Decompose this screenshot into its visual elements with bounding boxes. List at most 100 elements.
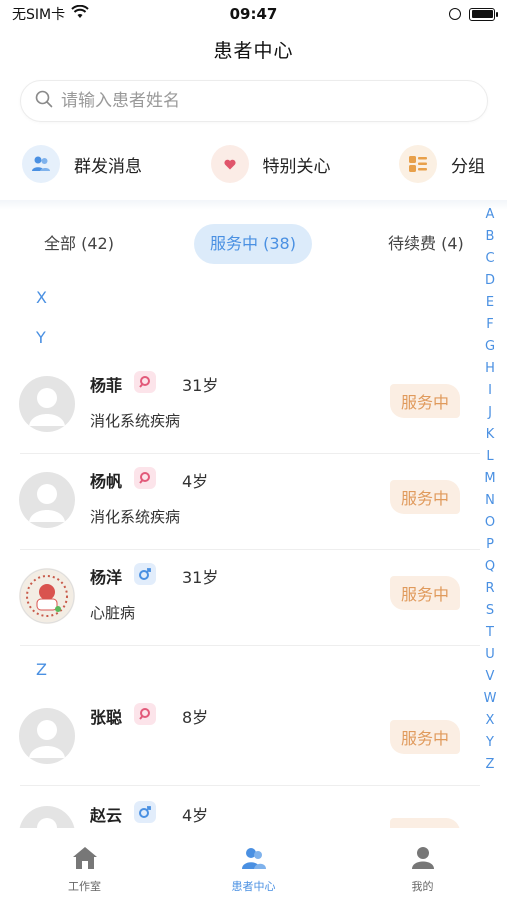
male-icon: [134, 801, 156, 823]
patient-age: 31岁: [182, 568, 219, 587]
index-letter-o[interactable]: O: [485, 512, 495, 534]
section-letter-y: Y: [36, 328, 46, 347]
index-letter-u[interactable]: U: [485, 644, 495, 666]
male-icon: [134, 563, 156, 585]
nav-label: 工作室: [68, 880, 101, 893]
index-letter-b[interactable]: B: [486, 226, 495, 248]
row-divider: [20, 785, 480, 786]
tab-all[interactable]: 全部 (42): [44, 224, 114, 264]
patient-age: 4岁: [182, 806, 209, 825]
patient-disease: 消化系统疾病: [90, 508, 181, 526]
index-letter-m[interactable]: M: [484, 468, 495, 490]
special-care-label: 特别关心: [262, 156, 331, 177]
heart-icon: [210, 145, 249, 183]
home-icon: [72, 846, 98, 874]
carrier-label: 无SIM卡: [12, 7, 66, 23]
female-icon: [134, 467, 156, 489]
patient-age: 8岁: [182, 708, 209, 727]
group-button[interactable]: 分组: [399, 145, 485, 183]
index-letter-t[interactable]: T: [486, 622, 494, 644]
patient-disease: 心脏病: [90, 604, 136, 622]
patient-name: 张聪: [90, 708, 123, 727]
default-avatar-icon: [37, 818, 57, 828]
default-avatar-icon: [29, 484, 65, 522]
list-item[interactable]: 赵云 4岁: [0, 788, 480, 828]
status-badge-partial: [390, 818, 460, 828]
nav-patient-center[interactable]: 患者中心: [199, 846, 309, 894]
status-time: 09:47: [229, 5, 278, 23]
section-letter-z: Z: [36, 660, 47, 679]
group-message-icon: [22, 145, 60, 183]
list-item[interactable]: 杨洋 31岁 心脏病 服务中: [0, 550, 480, 646]
search-box[interactable]: [20, 80, 488, 122]
alphabet-index-bar[interactable]: ABCDEFGHIJKLMNOPQRSTUVWXYZ: [479, 204, 501, 776]
list-item[interactable]: 杨帆 4岁 消化系统疾病 服务中: [0, 454, 480, 550]
avatar: [19, 708, 75, 764]
group-label: 分组: [451, 156, 485, 177]
list-item[interactable]: 杨菲 31岁 消化系统疾病 服务中: [0, 358, 480, 454]
tab-bar: 全部 (42) 服务中 (38) 待续费 (4): [0, 224, 480, 266]
avatar: [19, 376, 75, 432]
index-letter-y[interactable]: Y: [486, 732, 494, 754]
status-badge: 服务中: [390, 480, 460, 514]
female-icon: [134, 371, 156, 393]
patient-list: X Y 杨菲 31岁 消化系统疾病 服务中 杨帆 4岁 消化系统疾病 服务中 杨…: [0, 276, 480, 828]
patient-name: 杨洋: [90, 568, 123, 587]
patient-name: 赵云: [90, 806, 123, 825]
index-letter-q[interactable]: Q: [485, 556, 495, 578]
patients-icon: [241, 846, 267, 874]
index-letter-e[interactable]: E: [486, 292, 494, 314]
index-letter-x[interactable]: X: [486, 710, 495, 732]
avatar: [19, 568, 75, 624]
status-badge: 服务中: [390, 576, 460, 610]
section-divider: [0, 200, 507, 210]
bottom-nav: 工作室 患者中心 我的: [0, 828, 507, 900]
group-message-label: 群发消息: [74, 156, 142, 177]
index-letter-l[interactable]: L: [486, 446, 493, 468]
group-list-icon: [399, 145, 437, 183]
tab-in-service[interactable]: 服务中 (38): [194, 224, 312, 264]
orientation-lock-icon: [449, 8, 461, 20]
index-letter-a[interactable]: A: [486, 204, 495, 226]
index-letter-z[interactable]: Z: [486, 754, 495, 776]
nav-label: 我的: [411, 880, 434, 893]
default-avatar-icon: [29, 388, 65, 426]
index-letter-n[interactable]: N: [485, 490, 495, 512]
index-letter-k[interactable]: K: [486, 424, 495, 446]
list-item[interactable]: 张聪 8岁 服务中: [0, 690, 480, 786]
tab-pending-renewal[interactable]: 待续费 (4): [388, 224, 464, 264]
section-letter-x: X: [36, 288, 47, 307]
row-divider: [20, 645, 480, 646]
photo-avatar-icon: [19, 568, 75, 624]
default-avatar-icon: [29, 720, 65, 758]
index-letter-w[interactable]: W: [484, 688, 497, 710]
index-letter-d[interactable]: D: [485, 270, 495, 292]
index-letter-f[interactable]: F: [486, 314, 493, 336]
wifi-icon: [71, 4, 89, 23]
index-letter-s[interactable]: S: [486, 600, 494, 622]
index-letter-j[interactable]: J: [488, 402, 492, 424]
index-letter-i[interactable]: I: [488, 380, 492, 402]
index-letter-g[interactable]: G: [485, 336, 495, 358]
status-badge: 服务中: [390, 384, 460, 418]
search-icon: [35, 90, 53, 112]
status-badge: 服务中: [390, 720, 460, 754]
patient-name: 杨帆: [90, 472, 123, 491]
avatar: [19, 472, 75, 528]
group-message-button[interactable]: 群发消息: [22, 145, 142, 183]
battery-icon: [469, 7, 498, 21]
status-bar: 无SIM卡 09:47: [0, 0, 507, 28]
index-letter-c[interactable]: C: [485, 248, 494, 270]
index-letter-r[interactable]: R: [485, 578, 494, 600]
female-icon: [134, 703, 156, 725]
search-input[interactable]: [61, 91, 473, 111]
status-left: 无SIM卡: [12, 4, 89, 24]
index-letter-v[interactable]: V: [486, 666, 495, 688]
status-right: [449, 7, 498, 21]
index-letter-h[interactable]: H: [485, 358, 495, 380]
index-letter-p[interactable]: P: [486, 534, 494, 556]
special-care-button[interactable]: 特别关心: [210, 145, 331, 183]
nav-studio[interactable]: 工作室: [30, 846, 140, 894]
patient-age: 4岁: [182, 472, 209, 491]
nav-mine[interactable]: 我的: [368, 846, 478, 894]
